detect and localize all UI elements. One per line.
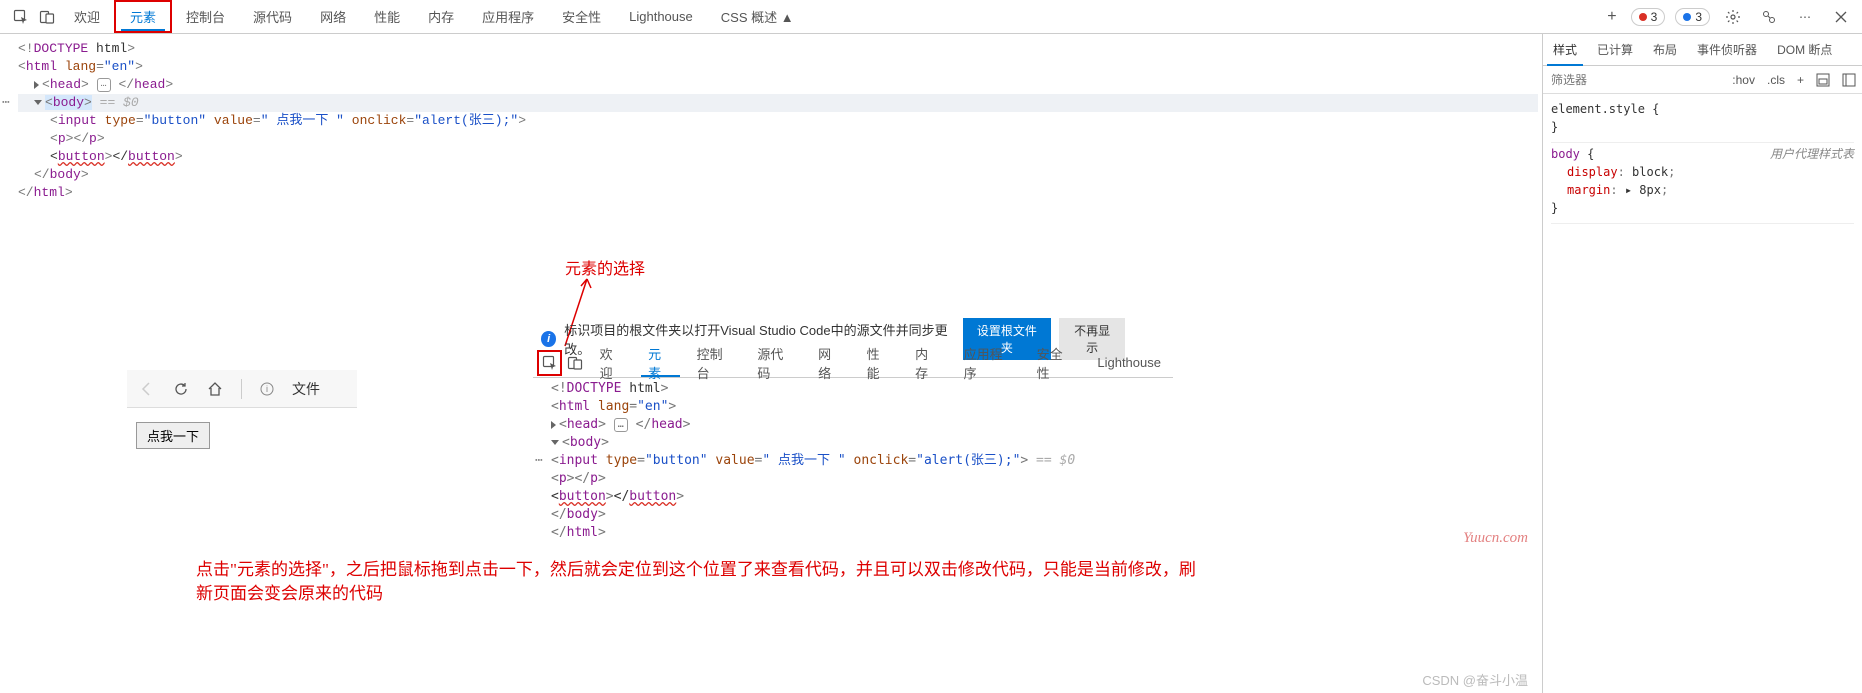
dom-node[interactable]: ⋯<input type="button" value=" 点我一下 " onc…: [551, 452, 1075, 470]
annotation-paragraph: 点击"元素的选择"，之后把鼠标拖到点击一下，然后就会定位到这个位置了来查看代码，…: [196, 558, 1196, 606]
dom-node[interactable]: <input type="button" value=" 点我一下 " oncl…: [18, 112, 1538, 130]
file-info-icon: i: [260, 382, 274, 396]
svg-text:i: i: [266, 384, 268, 394]
body-rule-block[interactable]: body { 用户代理样式表 display: block;margin: ▸ …: [1551, 143, 1854, 224]
dom-tree-inner[interactable]: <!DOCTYPE html><html lang="en"><head> … …: [551, 380, 1075, 542]
dom-node[interactable]: <html lang="en">: [551, 398, 1075, 416]
watermark-yuucn: Yuucn.com: [1463, 530, 1528, 547]
styles-tab-3[interactable]: 事件侦听器: [1687, 34, 1767, 65]
cls-button[interactable]: .cls: [1761, 73, 1791, 87]
ua-stylesheet-label: 用户代理样式表: [1770, 145, 1854, 163]
tab-7[interactable]: 应用程序: [468, 0, 548, 33]
inner-tab-9[interactable]: Lighthouse: [1085, 348, 1173, 377]
watermark-csdn: CSDN @奋斗小温: [1422, 670, 1528, 689]
tab-1[interactable]: 元素: [114, 0, 172, 33]
browser-nav: i 文件: [127, 370, 357, 408]
styles-tab-0[interactable]: 样式: [1543, 34, 1587, 65]
devtools-tabs: 欢迎元素控制台源代码网络性能内存应用程序安全性LighthouseCSS 概述 …: [60, 0, 1593, 33]
tab-3[interactable]: 源代码: [239, 0, 306, 33]
tab-2[interactable]: 控制台: [172, 0, 239, 33]
inner-tab-8[interactable]: 安全性: [1025, 348, 1086, 377]
inner-tab-5[interactable]: 性能: [855, 348, 904, 377]
inspect-icon[interactable]: [537, 350, 562, 376]
css-prop[interactable]: display: block;: [1551, 163, 1854, 181]
dom-node[interactable]: ⋯<body> == $0: [18, 94, 1538, 112]
styles-tab-4[interactable]: DOM 断点: [1767, 34, 1842, 65]
more-icon[interactable]: ⋯: [1792, 4, 1818, 30]
home-icon[interactable]: [207, 381, 223, 397]
close-icon[interactable]: [1828, 4, 1854, 30]
add-tab-button[interactable]: +: [1593, 8, 1630, 26]
errors-badge[interactable]: 3: [1631, 8, 1666, 26]
address-text: 文件: [292, 379, 320, 399]
tab-8[interactable]: 安全性: [548, 0, 615, 33]
dom-node[interactable]: <body>: [551, 434, 1075, 452]
page-content: 点我一下: [136, 422, 210, 449]
inner-tab-0[interactable]: 欢迎: [588, 348, 637, 377]
computed-toggle-icon[interactable]: [1810, 73, 1836, 87]
dom-node[interactable]: </body>: [18, 166, 1538, 184]
more-styles-icon[interactable]: [1836, 73, 1862, 87]
inner-tab-6[interactable]: 内存: [903, 348, 952, 377]
main-split: <!DOCTYPE html><html lang="en"><head> … …: [0, 34, 1862, 693]
issues-count: 3: [1695, 10, 1702, 24]
element-style-block[interactable]: element.style { }: [1551, 98, 1854, 143]
dom-node[interactable]: <head> … </head>: [551, 416, 1075, 434]
dom-node[interactable]: <button></button>: [18, 148, 1538, 166]
elements-panel: <!DOCTYPE html><html lang="en"><head> … …: [0, 34, 1542, 693]
devtools-toolbar: 欢迎元素控制台源代码网络性能内存应用程序安全性LighthouseCSS 概述 …: [0, 0, 1862, 34]
issues-badge[interactable]: 3: [1675, 8, 1710, 26]
styles-tab-2[interactable]: 布局: [1643, 34, 1687, 65]
errors-count: 3: [1651, 10, 1658, 24]
hov-button[interactable]: :hov: [1726, 73, 1761, 87]
styles-tabs: 样式已计算布局事件侦听器DOM 断点: [1543, 34, 1862, 66]
styles-filter-bar: :hov .cls +: [1543, 66, 1862, 94]
dom-node[interactable]: </html>: [18, 184, 1538, 202]
gear-icon[interactable]: [1720, 4, 1746, 30]
dom-node[interactable]: <p></p>: [551, 470, 1075, 488]
styles-tab-1[interactable]: 已计算: [1587, 34, 1643, 65]
inner-tab-1[interactable]: 元素: [636, 348, 685, 377]
page-button[interactable]: 点我一下: [136, 422, 210, 449]
dom-node[interactable]: </html>: [551, 524, 1075, 542]
css-prop[interactable]: margin: ▸ 8px;: [1551, 181, 1854, 199]
dom-node[interactable]: <head> … </head>: [18, 76, 1538, 94]
dom-node[interactable]: </body>: [551, 506, 1075, 524]
style-rules: element.style { } body { 用户代理样式表 display…: [1543, 94, 1862, 228]
tab-9[interactable]: Lighthouse: [615, 0, 707, 33]
device-icon[interactable]: [562, 350, 587, 376]
activity-icon[interactable]: [1756, 4, 1782, 30]
back-icon[interactable]: [139, 381, 155, 397]
tab-10[interactable]: CSS 概述 ▲: [707, 0, 808, 33]
inner-tab-2[interactable]: 控制台: [685, 348, 746, 377]
new-rule-icon[interactable]: +: [1791, 73, 1810, 87]
info-icon: i: [541, 331, 556, 347]
tab-5[interactable]: 性能: [360, 0, 414, 33]
dom-node[interactable]: <!DOCTYPE html>: [551, 380, 1075, 398]
inner-tab-4[interactable]: 网络: [806, 348, 855, 377]
inner-tab-7[interactable]: 应用程序: [952, 348, 1025, 377]
reload-icon[interactable]: [173, 381, 189, 397]
filter-input[interactable]: [1543, 73, 1726, 87]
device-icon[interactable]: [34, 4, 60, 30]
inner-tab-3[interactable]: 源代码: [745, 348, 806, 377]
inner-devtools-toolbar: 欢迎元素控制台源代码网络性能内存应用程序安全性Lighthouse: [533, 348, 1173, 378]
dom-node[interactable]: <button></button>: [551, 488, 1075, 506]
dom-node[interactable]: <html lang="en">: [18, 58, 1538, 76]
dom-node[interactable]: <!DOCTYPE html>: [18, 40, 1538, 58]
tab-4[interactable]: 网络: [306, 0, 360, 33]
inspect-icon[interactable]: [8, 4, 34, 30]
dom-tree-top[interactable]: <!DOCTYPE html><html lang="en"><head> … …: [0, 34, 1542, 208]
tab-6[interactable]: 内存: [414, 0, 468, 33]
tab-0[interactable]: 欢迎: [60, 0, 114, 33]
styles-panel: 样式已计算布局事件侦听器DOM 断点 :hov .cls + element.s…: [1542, 34, 1862, 693]
dom-node[interactable]: <p></p>: [18, 130, 1538, 148]
